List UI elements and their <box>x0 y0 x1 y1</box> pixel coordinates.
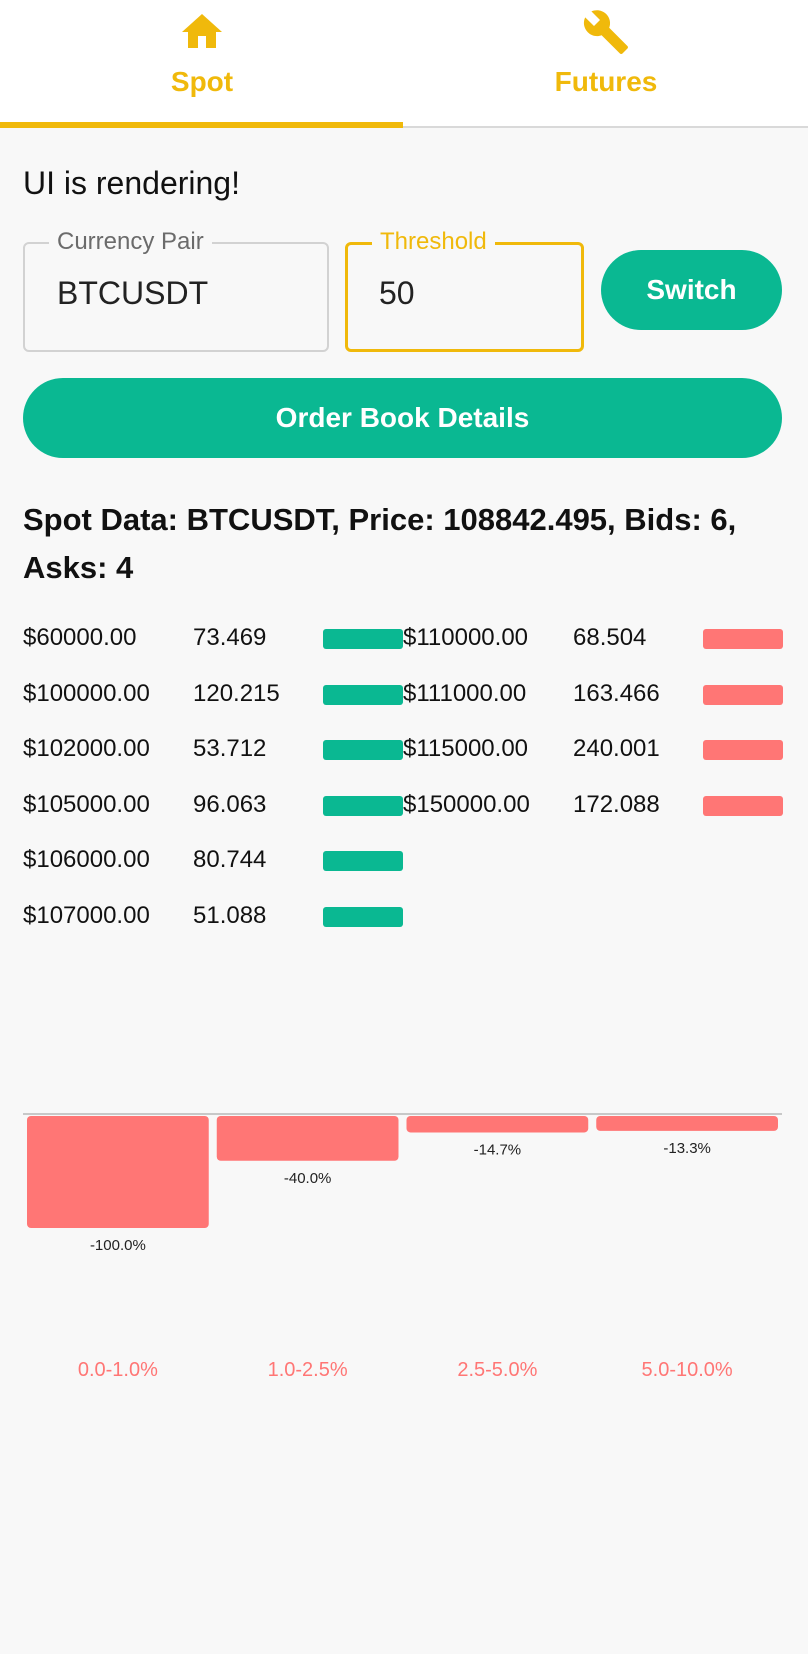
bid-price: $100000.00 <box>23 680 150 707</box>
ask-quantity: 163.466 <box>573 680 660 707</box>
ask-quantity: 240.001 <box>573 735 660 762</box>
currency-pair-field[interactable]: Currency Pair <box>23 228 329 352</box>
chart-bar <box>216 1116 399 1161</box>
depth-chart: -100.0% 0.0-1.0% -40.0% 1.0-2.5% -14.7% 2.5-5… <box>23 1113 782 1381</box>
order-book-details-button[interactable]: Order Book Details <box>23 378 782 458</box>
wrench-icon <box>583 10 628 54</box>
chart-value-label: -13.3% <box>663 1140 711 1157</box>
tab-spot[interactable]: Spot <box>0 0 404 128</box>
ask-bar <box>703 796 783 816</box>
chart-value-label: -40.0% <box>284 1170 332 1187</box>
bid-price: $60000.00 <box>23 624 137 651</box>
switch-button[interactable]: Switch <box>601 250 782 330</box>
chart-category-label: 5.0-10.0% <box>642 1359 733 1381</box>
active-tab-indicator <box>0 122 403 128</box>
chart-category-label: 1.0-2.5% <box>268 1359 348 1381</box>
bid-quantity: 120.215 <box>193 680 280 707</box>
bid-bar <box>323 629 403 649</box>
bid-quantity: 73.469 <box>193 624 267 651</box>
ask-price: $110000.00 <box>403 624 529 651</box>
ask-quantity: 172.088 <box>573 791 660 818</box>
ask-price: $111000.00 <box>403 680 527 707</box>
bid-quantity: 96.063 <box>193 791 267 818</box>
bid-bar <box>323 851 403 871</box>
threshold-field[interactable]: Threshold <box>345 228 584 352</box>
ask-bar <box>703 740 783 760</box>
bid-price: $102000.00 <box>23 735 150 762</box>
ask-price: $115000.00 <box>403 735 529 762</box>
tab-futures[interactable]: Futures <box>404 0 808 128</box>
chart-value-label: -14.7% <box>474 1141 522 1158</box>
ask-quantity: 68.504 <box>573 624 647 651</box>
chart-bar <box>596 1116 778 1131</box>
tab-futures-label: Futures <box>554 66 658 97</box>
currency-pair-input[interactable] <box>55 274 297 313</box>
chart-value-label: -100.0% <box>90 1237 146 1254</box>
bid-price: $106000.00 <box>23 846 150 873</box>
bid-quantity: 80.744 <box>193 846 267 873</box>
bid-quantity: 51.088 <box>193 902 267 929</box>
bid-bar <box>323 685 403 705</box>
status-text: UI is rendering! <box>23 165 240 201</box>
bid-bar <box>323 907 403 927</box>
ask-bar <box>703 629 783 649</box>
ask-bar <box>703 685 783 705</box>
bid-bar <box>323 740 403 760</box>
chart-bar <box>406 1116 589 1133</box>
tab-bar: Spot Futures <box>0 0 808 128</box>
ask-price: $150000.00 <box>403 791 530 818</box>
bid-bar <box>323 796 403 816</box>
threshold-label: Threshold <box>372 228 495 256</box>
chart-bar <box>27 1116 209 1228</box>
bid-quantity: 53.712 <box>193 735 267 762</box>
bid-price: $107000.00 <box>23 902 150 929</box>
currency-pair-label: Currency Pair <box>49 228 212 256</box>
threshold-input[interactable] <box>377 274 564 313</box>
bid-price: $105000.00 <box>23 791 150 818</box>
spot-data-summary: Spot Data: BTCUSDT, Price: 108842.495, B… <box>23 502 737 585</box>
chart-category-label: 0.0-1.0% <box>78 1359 158 1381</box>
tab-spot-label: Spot <box>170 66 234 97</box>
home-icon <box>182 14 222 48</box>
chart-category-label: 2.5-5.0% <box>457 1359 537 1381</box>
